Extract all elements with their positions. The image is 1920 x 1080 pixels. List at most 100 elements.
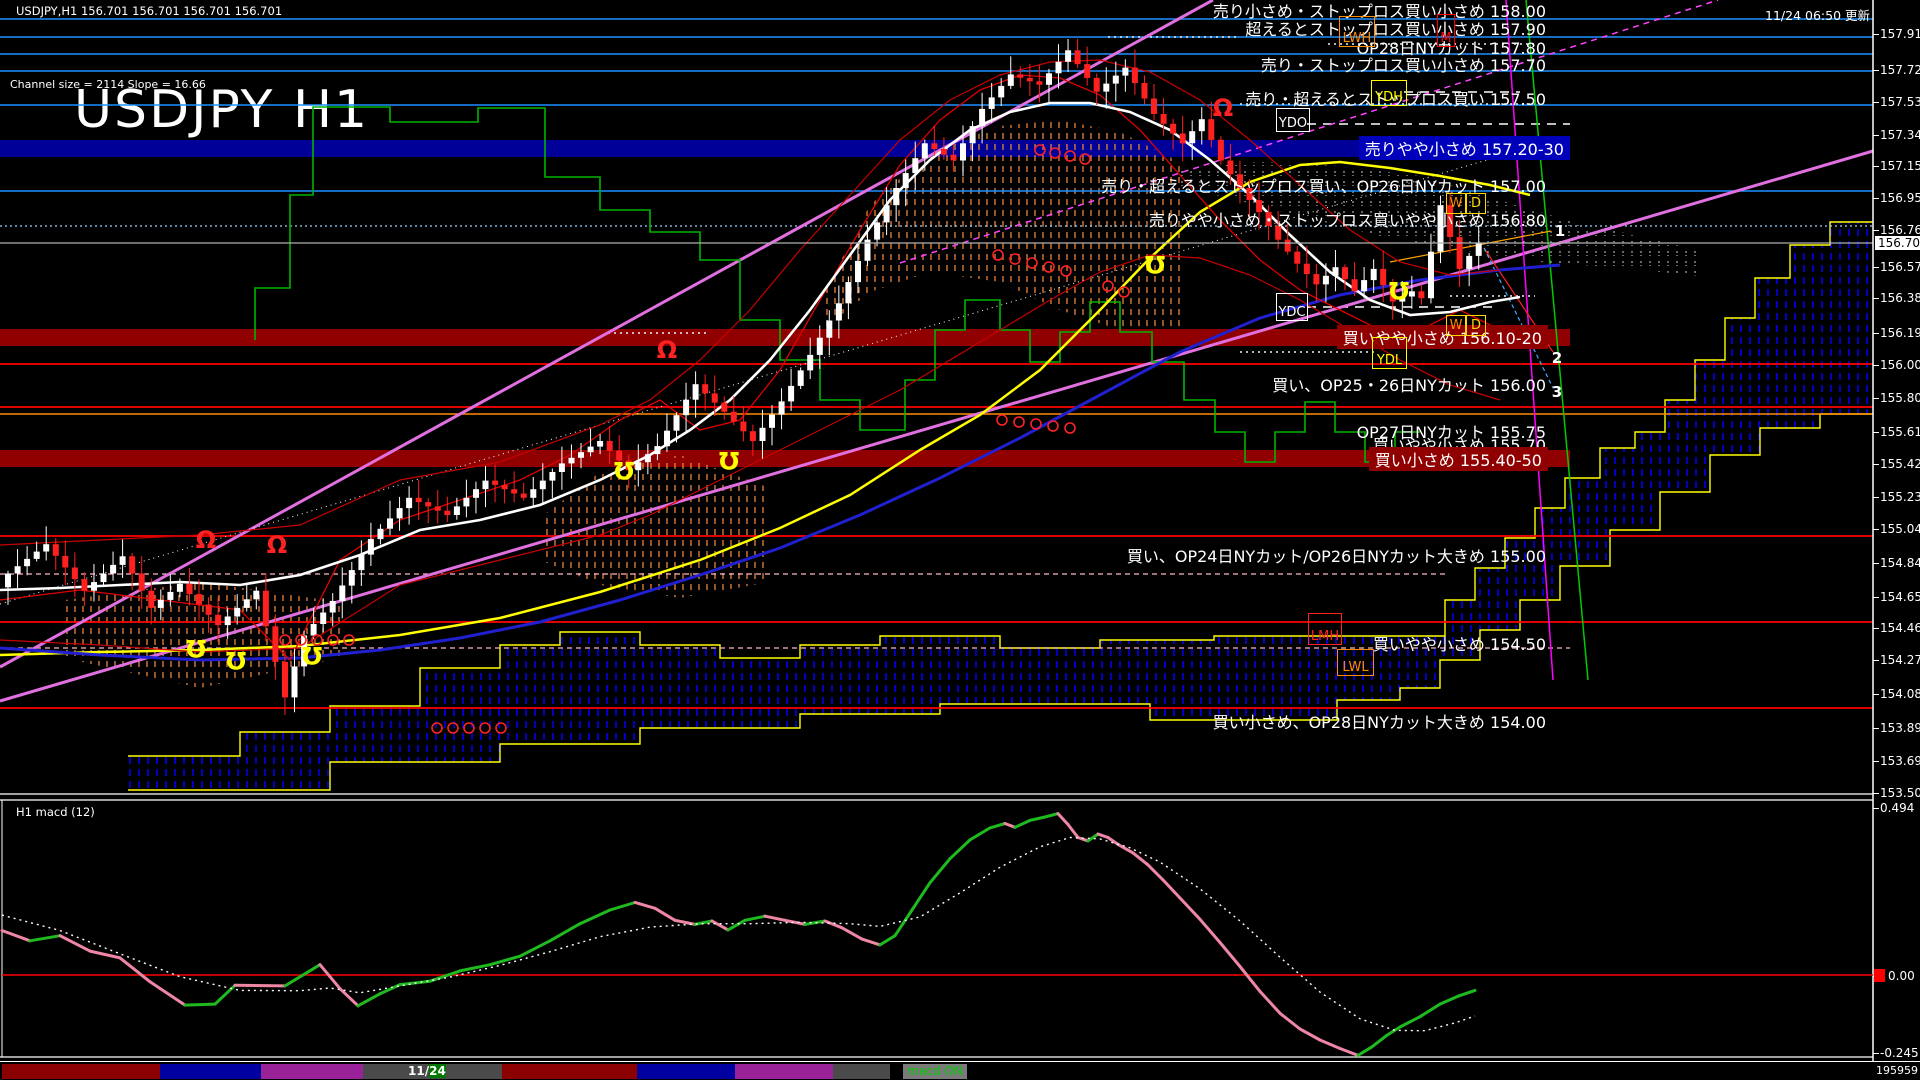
chart-canvas (0, 0, 1874, 1080)
axis-tick (1873, 365, 1879, 366)
axis-price-label: 156.575 (1880, 260, 1920, 274)
marker-box-lwl: LWL (1337, 649, 1374, 676)
buy-reversal-icon: Ω (1144, 250, 1166, 278)
axis-price-label: 154.655 (1880, 590, 1920, 604)
buy-reversal-icon: Ω (301, 641, 323, 669)
axis-tick (1873, 34, 1879, 35)
axis-price-label: 154.080 (1880, 687, 1920, 701)
axis-price-label: 0.00 (1888, 969, 1915, 983)
macd-zero-tick (1874, 969, 1885, 982)
macd-toggle-button[interactable]: macd ON (903, 1064, 967, 1079)
axis-price-label: 157.150 (1880, 159, 1920, 173)
axis-price-label: 154.465 (1880, 621, 1920, 635)
axis-tick (1873, 529, 1879, 530)
timeline-segment (735, 1064, 833, 1079)
axis-price-label: 157.915 (1880, 27, 1920, 41)
timeline-segment (637, 1064, 735, 1079)
axis-tick (1873, 694, 1879, 695)
level-annotation: 買い小さめ、OP28日NYカット大きめ 154.00 (1212, 713, 1546, 732)
buy-reversal-icon: Ω (1388, 276, 1410, 304)
update-timestamp: 11/24 06:50 更新 (1765, 8, 1870, 23)
axis-price-label: 155.615 (1880, 425, 1920, 439)
axis-tick (1873, 432, 1879, 433)
timeline-date-label: 11/24 (408, 1064, 446, 1078)
level-annotation: 買い小さめ 155.40-50 (1368, 447, 1548, 471)
axis-tick (1873, 102, 1879, 103)
axis-tick (1873, 808, 1879, 809)
axis-price-label: -0.245 (1880, 1046, 1919, 1060)
buy-reversal-icon: Ω (613, 456, 635, 484)
sell-reversal-icon: Ω (1212, 94, 1234, 122)
axis-tick (1873, 464, 1879, 465)
axis-price-label: 157.535 (1880, 95, 1920, 109)
axis-tick (1873, 298, 1879, 299)
level-annotation: 買いやや小さめ 154.50 (1372, 635, 1546, 654)
axis-tick (1873, 628, 1879, 629)
current-price-label: 156.701 (1875, 236, 1920, 250)
axis-price-label: 156.765 (1880, 223, 1920, 237)
axis-price-label: 157.725 (1880, 63, 1920, 77)
axis-tick (1873, 497, 1879, 498)
axis-tick (1873, 660, 1879, 661)
marker-box-ydo: YDO (1276, 108, 1310, 132)
axis-tick (1873, 135, 1879, 136)
projection-label-2: 2 (1551, 349, 1563, 367)
axis-price-label: 157.340 (1880, 128, 1920, 142)
symbol-title: USDJPY,H1 156.701 156.701 156.701 156.70… (16, 4, 283, 18)
marker-box-lwh: LWH (1339, 16, 1375, 47)
axis-price-label: 154.270 (1880, 653, 1920, 667)
marker-box-wd: WD (1446, 193, 1486, 214)
axis-price-label: 153.890 (1880, 721, 1920, 735)
marker-box-m: M (1437, 14, 1455, 47)
axis-tick (1873, 1053, 1879, 1054)
axis-tick (1873, 563, 1879, 564)
level-annotation: 買いやや小さめ 156.10-20 (1336, 325, 1548, 349)
axis-price-label: 153.505 (1880, 786, 1920, 800)
axis-price-label: 156.380 (1880, 291, 1920, 305)
timeline-segment (502, 1064, 637, 1079)
marker-box-ydc: YDC (1276, 293, 1308, 321)
projection-label-3: 3 (1551, 383, 1563, 401)
axis-price-label: 155.805 (1880, 391, 1920, 405)
axis-tick (1873, 70, 1879, 71)
channel-info-label: Channel size = 2114 Slope = 16.66 (10, 78, 206, 91)
level-annotation: 買い、OP25・26日NYカット 156.00 (1272, 376, 1546, 395)
projection-label-1: 1 (1554, 222, 1566, 240)
axis-price-label: 153.695 (1880, 754, 1920, 768)
timeline-segment (261, 1064, 363, 1079)
sell-reversal-icon: Ω (195, 526, 217, 554)
timeline-right-code: 195959 (1876, 1064, 1918, 1077)
marker-box-ydh: YDH (1371, 80, 1407, 106)
timeline-segment (833, 1064, 890, 1079)
axis-price-label: 155.230 (1880, 490, 1920, 504)
macd-panel-label: H1 macd (12) (16, 805, 95, 819)
buy-reversal-icon: Ω (718, 446, 740, 474)
marker-box-wd: WD (1446, 315, 1486, 336)
axis-price-label: 154.845 (1880, 556, 1920, 570)
marker-box-lmh: LMH (1308, 613, 1342, 645)
axis-tick (1873, 333, 1879, 334)
sell-reversal-icon: Ω (266, 531, 288, 559)
axis-price-label: 155.040 (1880, 522, 1920, 536)
axis-tick (1873, 198, 1879, 199)
axis-tick (1873, 267, 1879, 268)
level-annotation: 売りやや小さめ・ストップロス買いやや小さめ 156.80 (1148, 211, 1546, 230)
chart-window: USDJPY,H1 156.701 156.701 156.701 156.70… (0, 0, 1920, 1080)
axis-price-label: 155.425 (1880, 457, 1920, 471)
timeline-segment (2, 1064, 160, 1079)
marker-box-ydl: YDL (1372, 337, 1407, 369)
level-annotation: 売りやや小さめ 157.20-30 (1358, 136, 1570, 160)
axis-price-label: 156.190 (1880, 326, 1920, 340)
axis-tick (1873, 166, 1879, 167)
level-annotation: 買い、OP24日NYカット/OP26日NYカット大きめ 155.00 (1126, 547, 1546, 566)
axis-tick (1873, 728, 1879, 729)
axis-tick (1873, 230, 1879, 231)
axis-price-label: 156.000 (1880, 358, 1920, 372)
timeline-segment (160, 1064, 261, 1079)
timeline-bar[interactable]: 11/24 macd ON 195959 (0, 1061, 1920, 1080)
axis-tick (1873, 761, 1879, 762)
axis-tick (1873, 793, 1879, 794)
sell-reversal-icon: Ω (656, 336, 678, 364)
axis-price-label: 156.955 (1880, 191, 1920, 205)
buy-reversal-icon: Ω (225, 646, 247, 674)
